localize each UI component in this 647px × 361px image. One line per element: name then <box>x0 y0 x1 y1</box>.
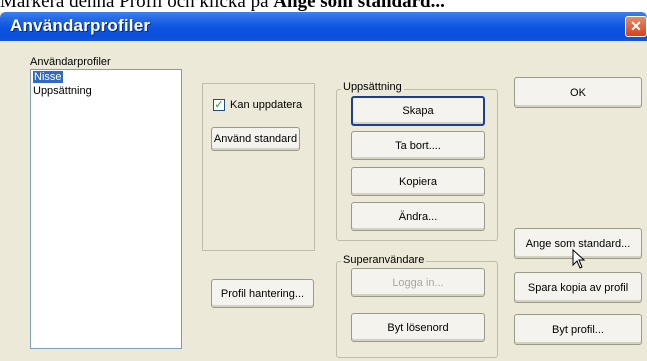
window-title: Användarprofiler <box>10 16 151 35</box>
caption-bold: Ange som standard... <box>273 0 445 12</box>
change-password-button[interactable]: Byt lösenord <box>351 313 485 342</box>
profiles-listbox[interactable]: Nisse Uppsättning <box>30 69 182 349</box>
title-bar[interactable]: Användarprofiler ✕ <box>0 12 647 41</box>
checkmark-icon: ✓ <box>214 99 224 111</box>
caption-prefix: Markera denna Profil och klicka på <box>0 0 274 12</box>
close-icon: ✕ <box>630 18 642 34</box>
profile-management-button[interactable]: Profil hantering... <box>211 279 314 308</box>
can-update-checkbox[interactable]: ✓ <box>213 99 225 111</box>
profiles-label: Användarprofiler <box>30 56 111 68</box>
mouse-pointer-icon <box>572 249 586 269</box>
login-button[interactable]: Logga in... <box>351 268 485 297</box>
switch-profile-button[interactable]: Byt profil... <box>514 314 642 345</box>
use-default-button[interactable]: Använd standard <box>211 127 300 151</box>
superuser-group-legend: Superanvändare <box>341 254 427 266</box>
list-item-uppsattning[interactable]: Uppsättning <box>33 85 92 97</box>
can-update-label: Kan uppdatera <box>230 99 303 111</box>
ok-button[interactable]: OK <box>514 77 642 108</box>
delete-button[interactable]: Ta bort.... <box>351 131 485 160</box>
setup-group-legend: Uppsättning <box>341 81 404 93</box>
save-copy-button[interactable]: Spara kopia av profil <box>514 272 642 303</box>
close-button[interactable]: ✕ <box>625 16 647 37</box>
edit-button[interactable]: Ändra... <box>351 202 485 231</box>
create-button[interactable]: Skapa <box>351 96 485 126</box>
list-item-nisse[interactable]: Nisse <box>33 71 63 83</box>
copy-button[interactable]: Kopiera <box>351 167 485 196</box>
